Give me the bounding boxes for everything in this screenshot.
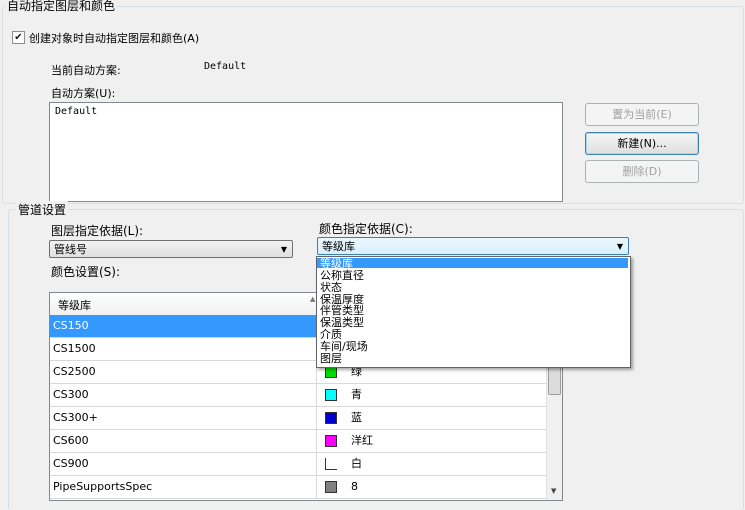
table-row[interactable]: CS300 青 — [50, 384, 546, 407]
new-scheme-button[interactable]: 新建(N)... — [585, 132, 699, 155]
list-item[interactable]: Default — [55, 106, 97, 117]
table-row[interactable]: CS900 白 — [50, 453, 546, 476]
color-cell[interactable]: 白 — [316, 453, 557, 475]
color-cell[interactable]: 青 — [316, 384, 557, 406]
dropdown-item[interactable]: 车间/现场 — [317, 341, 628, 352]
layer-basis-value: 管线号 — [54, 243, 87, 256]
sort-up-icon: ▲ — [310, 295, 316, 303]
color-swatch — [325, 435, 337, 447]
delete-scheme-button[interactable]: 删除(D) — [585, 160, 699, 183]
dropdown-item[interactable]: 公称直径 — [317, 270, 628, 281]
dropdown-item[interactable]: 介质 — [317, 329, 628, 340]
color-cell[interactable]: 8 — [316, 476, 557, 498]
auto-assign-checkbox[interactable]: ✔ — [12, 31, 25, 44]
color-basis-combo[interactable]: 等级库 ▼ — [317, 237, 629, 255]
color-swatch — [325, 458, 337, 470]
set-current-button[interactable]: 置为当前(E) — [585, 103, 699, 126]
schemes-label: 自动方案(U): — [51, 87, 116, 100]
chevron-down-icon: ▼ — [616, 242, 623, 251]
current-scheme-value: Default — [204, 61, 247, 72]
layer-basis-combo[interactable]: 管线号 ▼ — [49, 240, 293, 258]
color-basis-dropdown[interactable]: 等级库 公称直径 状态 保温厚度 伴管类型 保温类型 介质 车间/现场 图层 — [316, 256, 631, 368]
table-row[interactable]: CS600 洋红 — [50, 430, 546, 453]
table-row[interactable]: PipeSupportsSpec 8 — [50, 476, 546, 499]
color-swatch — [325, 389, 337, 401]
color-basis-label: 颜色指定依据(C): — [319, 222, 413, 236]
current-scheme-label: 当前自动方案: — [51, 64, 121, 77]
list-item-highlight — [51, 104, 559, 118]
auto-assign-group-title: 自动指定图层和颜色 — [5, 0, 118, 14]
color-cell[interactable]: 蓝 — [316, 407, 557, 429]
color-swatch — [325, 481, 337, 493]
dropdown-item[interactable]: 图层 — [317, 353, 628, 364]
dropdown-item[interactable]: 保温类型 — [317, 317, 628, 328]
auto-assign-checkbox-label: 创建对象时自动指定图层和颜色(A) — [29, 32, 200, 45]
pipe-settings-group-title: 管道设置 — [16, 201, 69, 218]
table-row[interactable]: CS300+ 蓝 — [50, 407, 546, 430]
dropdown-item[interactable]: 状态 — [317, 282, 628, 293]
scroll-down-icon[interactable]: ▼ — [551, 487, 556, 495]
color-swatch — [325, 412, 337, 424]
dropdown-item[interactable]: 伴管类型 — [317, 305, 628, 316]
chevron-down-icon: ▼ — [280, 245, 287, 254]
dropdown-item[interactable]: 保温厚度 — [317, 294, 628, 305]
color-cell[interactable]: 洋红 — [316, 430, 557, 452]
schemes-listbox[interactable]: Default — [49, 102, 563, 202]
color-basis-value: 等级库 — [322, 240, 355, 253]
color-settings-label: 颜色设置(S): — [51, 265, 121, 279]
dropdown-item[interactable]: 等级库 — [317, 258, 628, 269]
layer-basis-label: 图层指定依据(L): — [51, 224, 144, 238]
grid-header-label: 等级库 — [58, 299, 91, 312]
